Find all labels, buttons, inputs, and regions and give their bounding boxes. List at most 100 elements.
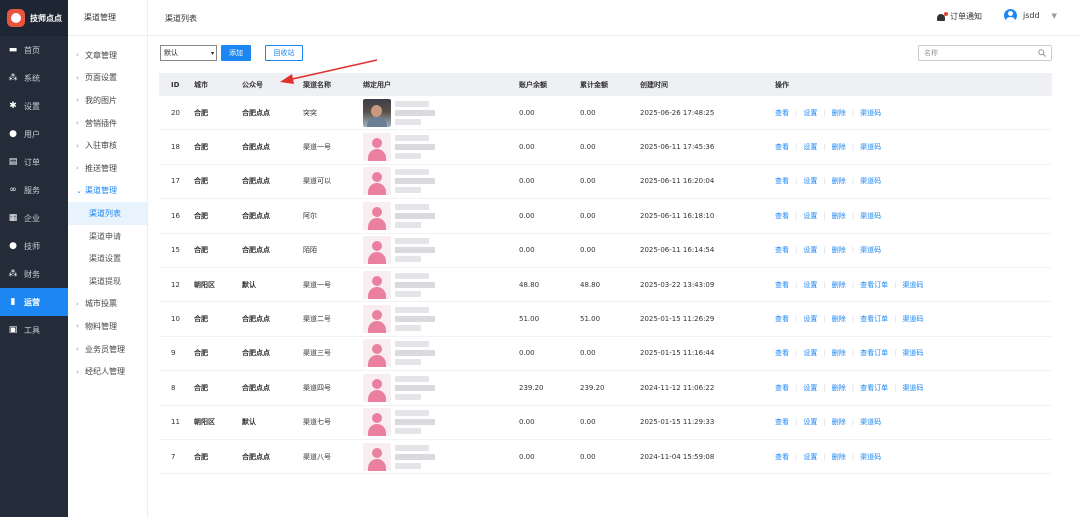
cell-bound-user [363,133,519,162]
sidebar-item[interactable]: ● 技师 [0,232,68,260]
col-city: 城市 [194,80,208,89]
sidebar-item[interactable]: ▬ 首页 [0,36,68,64]
recycle-bin-button[interactable]: 回收站 [265,45,303,61]
action-link[interactable]: 设置 [803,245,817,255]
subnav-child-item[interactable]: 渠道提现 [68,270,147,293]
subnav-item[interactable]: › 城市投票 [68,293,147,316]
action-link[interactable]: 删除 [832,383,846,393]
action-link[interactable]: 渠道码 [860,245,881,255]
sidebar-item[interactable]: ● 用户 [0,120,68,148]
action-link[interactable]: 设置 [803,142,817,152]
user-menu[interactable]: jsdd ▼ [1004,9,1057,22]
subnav-item[interactable]: › 经纪人管理 [68,360,147,383]
action-link[interactable]: 渠道码 [902,383,923,393]
action-link[interactable]: 渠道码 [860,211,881,221]
action-link[interactable]: 删除 [832,142,846,152]
cell-id: 15 [171,246,180,255]
action-link[interactable]: 删除 [832,348,846,358]
cell-total: 0.00 [580,349,596,358]
chevron-right-icon: › [76,367,79,376]
action-link[interactable]: 设置 [803,176,817,186]
cell-channel-name: 渠道八号 [303,452,331,461]
subnav-item[interactable]: › 业务员管理 [68,338,147,361]
cell-id: 16 [171,211,180,220]
action-separator: | [823,452,826,461]
subnav-child-item[interactable]: 渠道申请 [68,225,147,248]
action-link[interactable]: 渠道码 [860,176,881,186]
action-link[interactable]: 删除 [832,108,846,118]
action-link[interactable]: 查看 [775,245,789,255]
action-link[interactable]: 渠道码 [860,108,881,118]
sidebar-item[interactable]: ▤ 订单 [0,148,68,176]
action-link[interactable]: 删除 [832,211,846,221]
action-link[interactable]: 查看 [775,211,789,221]
subnav-item[interactable]: › 入驻审核 [68,134,147,157]
sidebar-item[interactable]: ⁂ 财务 [0,260,68,288]
action-link[interactable]: 查看 [775,142,789,152]
cell-bound-user [363,201,519,230]
action-link[interactable]: 查看 [775,314,789,324]
action-link[interactable]: 查看 [775,280,789,290]
subnav-item[interactable]: › 页面设置 [68,67,147,90]
action-link[interactable]: 设置 [803,417,817,427]
action-link[interactable]: 设置 [803,348,817,358]
action-link[interactable]: 删除 [832,176,846,186]
sidebar-item[interactable]: ∞ 服务 [0,176,68,204]
action-link[interactable]: 设置 [803,452,817,462]
action-link[interactable]: 查看订单 [860,383,888,393]
action-link[interactable]: 设置 [803,383,817,393]
subnav-item[interactable]: ⌄ 渠道管理 [68,180,147,203]
action-link[interactable]: 查看 [775,176,789,186]
action-link[interactable]: 渠道码 [902,314,923,324]
action-link[interactable]: 查看 [775,348,789,358]
brand-logo-icon [7,9,25,27]
subnav-item[interactable]: › 营销插件 [68,112,147,135]
filter-select[interactable]: 默认 ▾ [160,45,217,61]
subnav-item[interactable]: › 物料管理 [68,315,147,338]
action-link[interactable]: 删除 [832,452,846,462]
action-link[interactable]: 删除 [832,417,846,427]
action-link[interactable]: 设置 [803,211,817,221]
action-link[interactable]: 查看订单 [860,314,888,324]
action-link[interactable]: 设置 [803,280,817,290]
cell-balance: 0.00 [519,177,535,186]
sidebar-item[interactable]: ▮ 运营 [0,288,68,316]
action-link[interactable]: 查看订单 [860,280,888,290]
sidebar-item[interactable]: ✱ 设置 [0,92,68,120]
action-link[interactable]: 查看 [775,417,789,427]
add-button[interactable]: 添加 [221,45,251,61]
action-separator: | [795,211,798,220]
order-notify-button[interactable]: 订单通知 [937,11,982,22]
action-link[interactable]: 查看订单 [860,348,888,358]
col-created-time: 创建时间 [640,80,668,89]
sidebar-item[interactable]: ⁂ 系统 [0,64,68,92]
action-separator: | [795,383,798,392]
action-link[interactable]: 渠道码 [860,417,881,427]
brand-logo[interactable]: 技师点点 [0,0,68,36]
subnav-item-label: 文章管理 [85,50,117,60]
action-link[interactable]: 删除 [832,314,846,324]
action-link[interactable]: 渠道码 [902,280,923,290]
subnav-child-item[interactable]: 渠道列表 [68,202,147,225]
subnav-item[interactable]: › 我的图片 [68,89,147,112]
subnav-child-item[interactable]: 渠道设置 [68,247,147,270]
cell-created-time: 2025-06-11 16:14:54 [640,246,715,255]
search-icon[interactable] [1038,49,1046,57]
action-link[interactable]: 删除 [832,245,846,255]
action-link[interactable]: 删除 [832,280,846,290]
action-link[interactable]: 渠道码 [902,348,923,358]
action-link[interactable]: 查看 [775,383,789,393]
action-link[interactable]: 设置 [803,314,817,324]
sidebar-item[interactable]: ▣ 工具 [0,316,68,344]
search-input[interactable]: 名称 [918,45,1052,61]
subnav-item[interactable]: › 文章管理 [68,44,147,67]
action-link[interactable]: 查看 [775,452,789,462]
sidebar-item[interactable]: ▦ 企业 [0,204,68,232]
action-link[interactable]: 渠道码 [860,452,881,462]
user-icon: ● [9,129,17,139]
action-separator: | [823,108,826,117]
subnav-item[interactable]: › 推送管理 [68,157,147,180]
action-link[interactable]: 查看 [775,108,789,118]
action-link[interactable]: 设置 [803,108,817,118]
action-link[interactable]: 渠道码 [860,142,881,152]
